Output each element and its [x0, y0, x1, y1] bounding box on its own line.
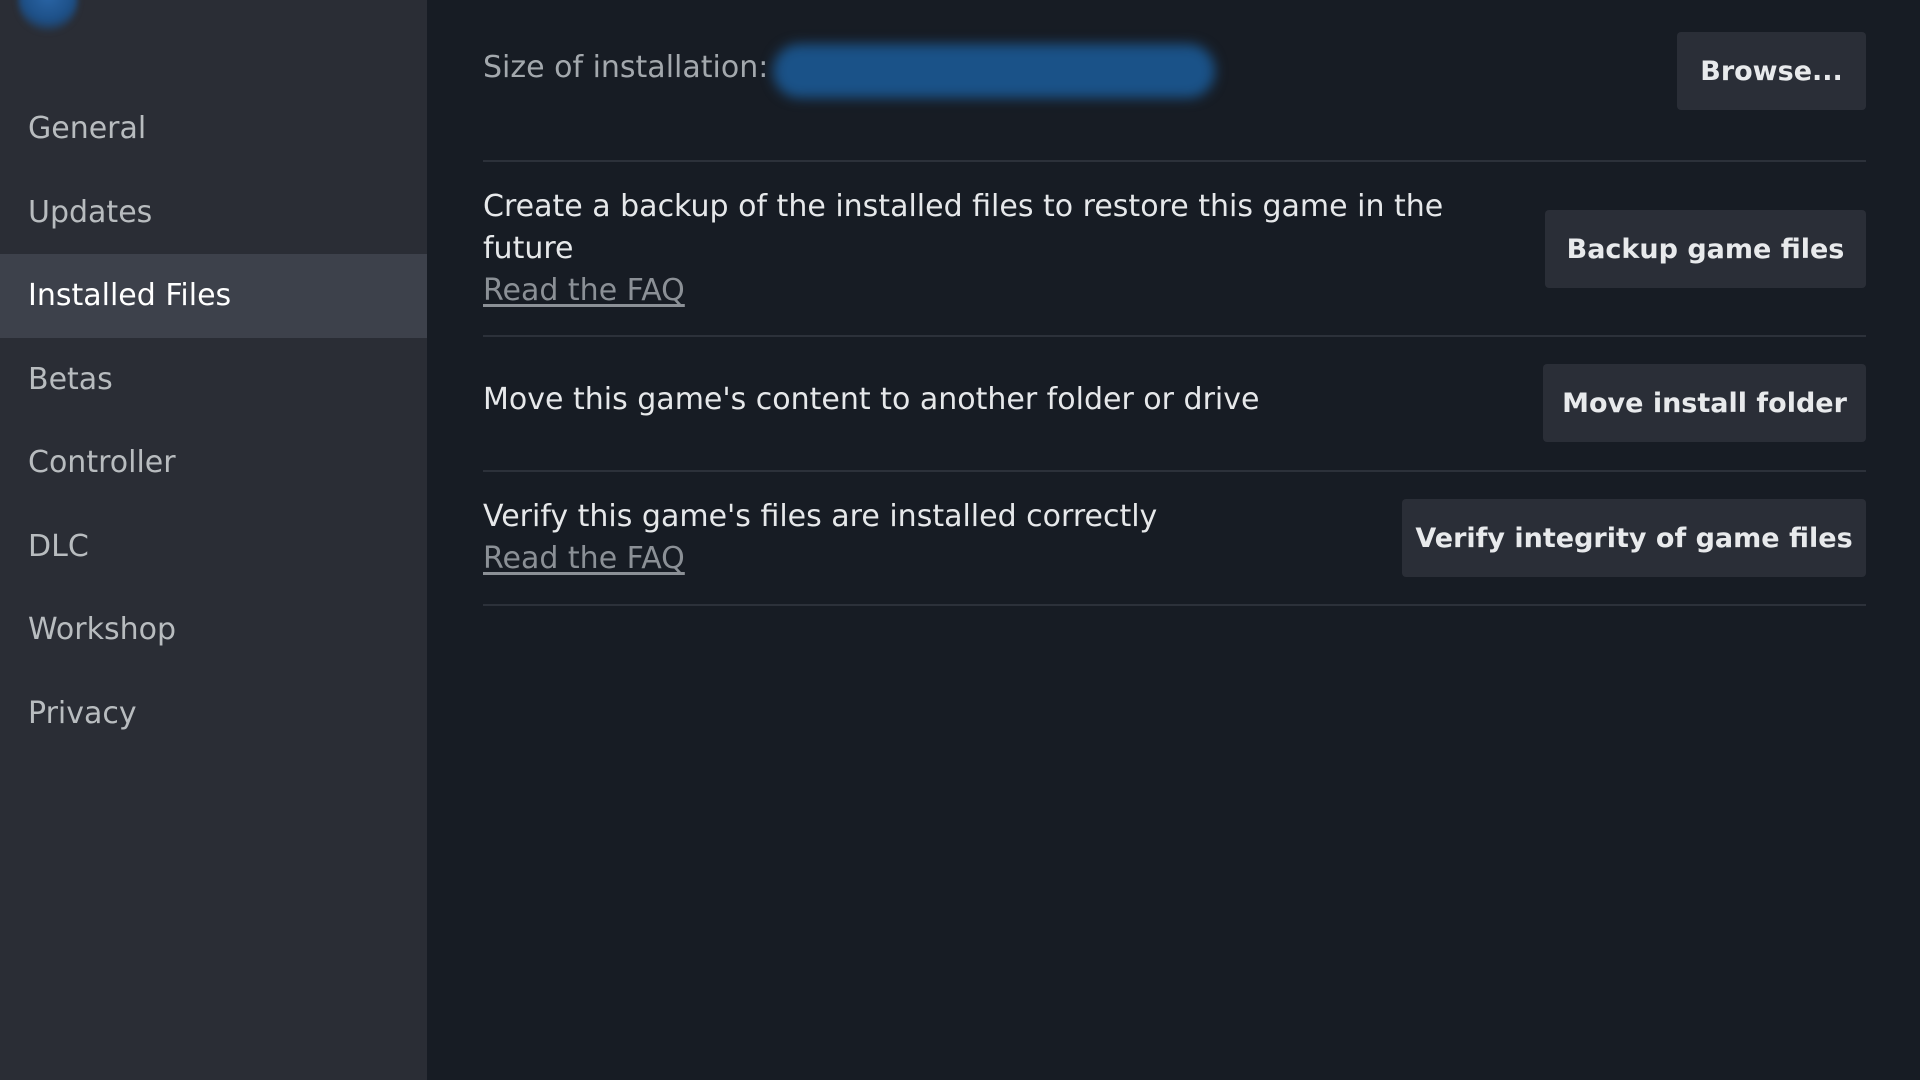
installed-files-content: Size of installation: Browse... Create a…: [483, 0, 1866, 606]
avatar: [18, 0, 78, 32]
sidebar-item-installed-files[interactable]: Installed Files: [0, 254, 427, 338]
backup-row: Create a backup of the installed files t…: [483, 162, 1866, 337]
verify-faq-link[interactable]: Read the FAQ: [483, 538, 1483, 580]
backup-description: Create a backup of the installed files t…: [483, 189, 1444, 266]
move-row: Move this game's content to another fold…: [483, 337, 1866, 472]
installation-size-label: Size of installation:: [483, 50, 769, 85]
sidebar-item-privacy[interactable]: Privacy: [0, 672, 427, 756]
browse-button[interactable]: Browse...: [1677, 32, 1866, 110]
verify-integrity-button[interactable]: Verify integrity of game files: [1402, 499, 1866, 577]
sidebar-item-updates[interactable]: Updates: [0, 171, 427, 255]
backup-faq-link[interactable]: Read the FAQ: [483, 270, 1483, 312]
game-properties-window: General Updates Installed Files Betas Co…: [0, 0, 1920, 1080]
sidebar-item-general[interactable]: General: [0, 87, 427, 171]
sidebar-nav: General Updates Installed Files Betas Co…: [0, 87, 427, 755]
installed-files-panel: Size of installation: Browse... Create a…: [427, 0, 1920, 1080]
sidebar-item-controller[interactable]: Controller: [0, 421, 427, 505]
verify-description-block: Verify this game's files are installed c…: [483, 496, 1483, 580]
sidebar-item-betas[interactable]: Betas: [0, 338, 427, 422]
move-description: Move this game's content to another fold…: [483, 382, 1260, 417]
installation-size-value-redacted: [773, 44, 1215, 98]
sidebar: General Updates Installed Files Betas Co…: [0, 0, 427, 1080]
sidebar-item-dlc[interactable]: DLC: [0, 505, 427, 589]
sidebar-item-workshop[interactable]: Workshop: [0, 588, 427, 672]
move-install-folder-button[interactable]: Move install folder: [1543, 364, 1866, 442]
verify-description: Verify this game's files are installed c…: [483, 499, 1158, 534]
backup-description-block: Create a backup of the installed files t…: [483, 186, 1483, 312]
verify-row: Verify this game's files are installed c…: [483, 472, 1866, 606]
backup-game-files-button[interactable]: Backup game files: [1545, 210, 1866, 288]
installation-size-row: Size of installation: Browse...: [483, 0, 1866, 162]
